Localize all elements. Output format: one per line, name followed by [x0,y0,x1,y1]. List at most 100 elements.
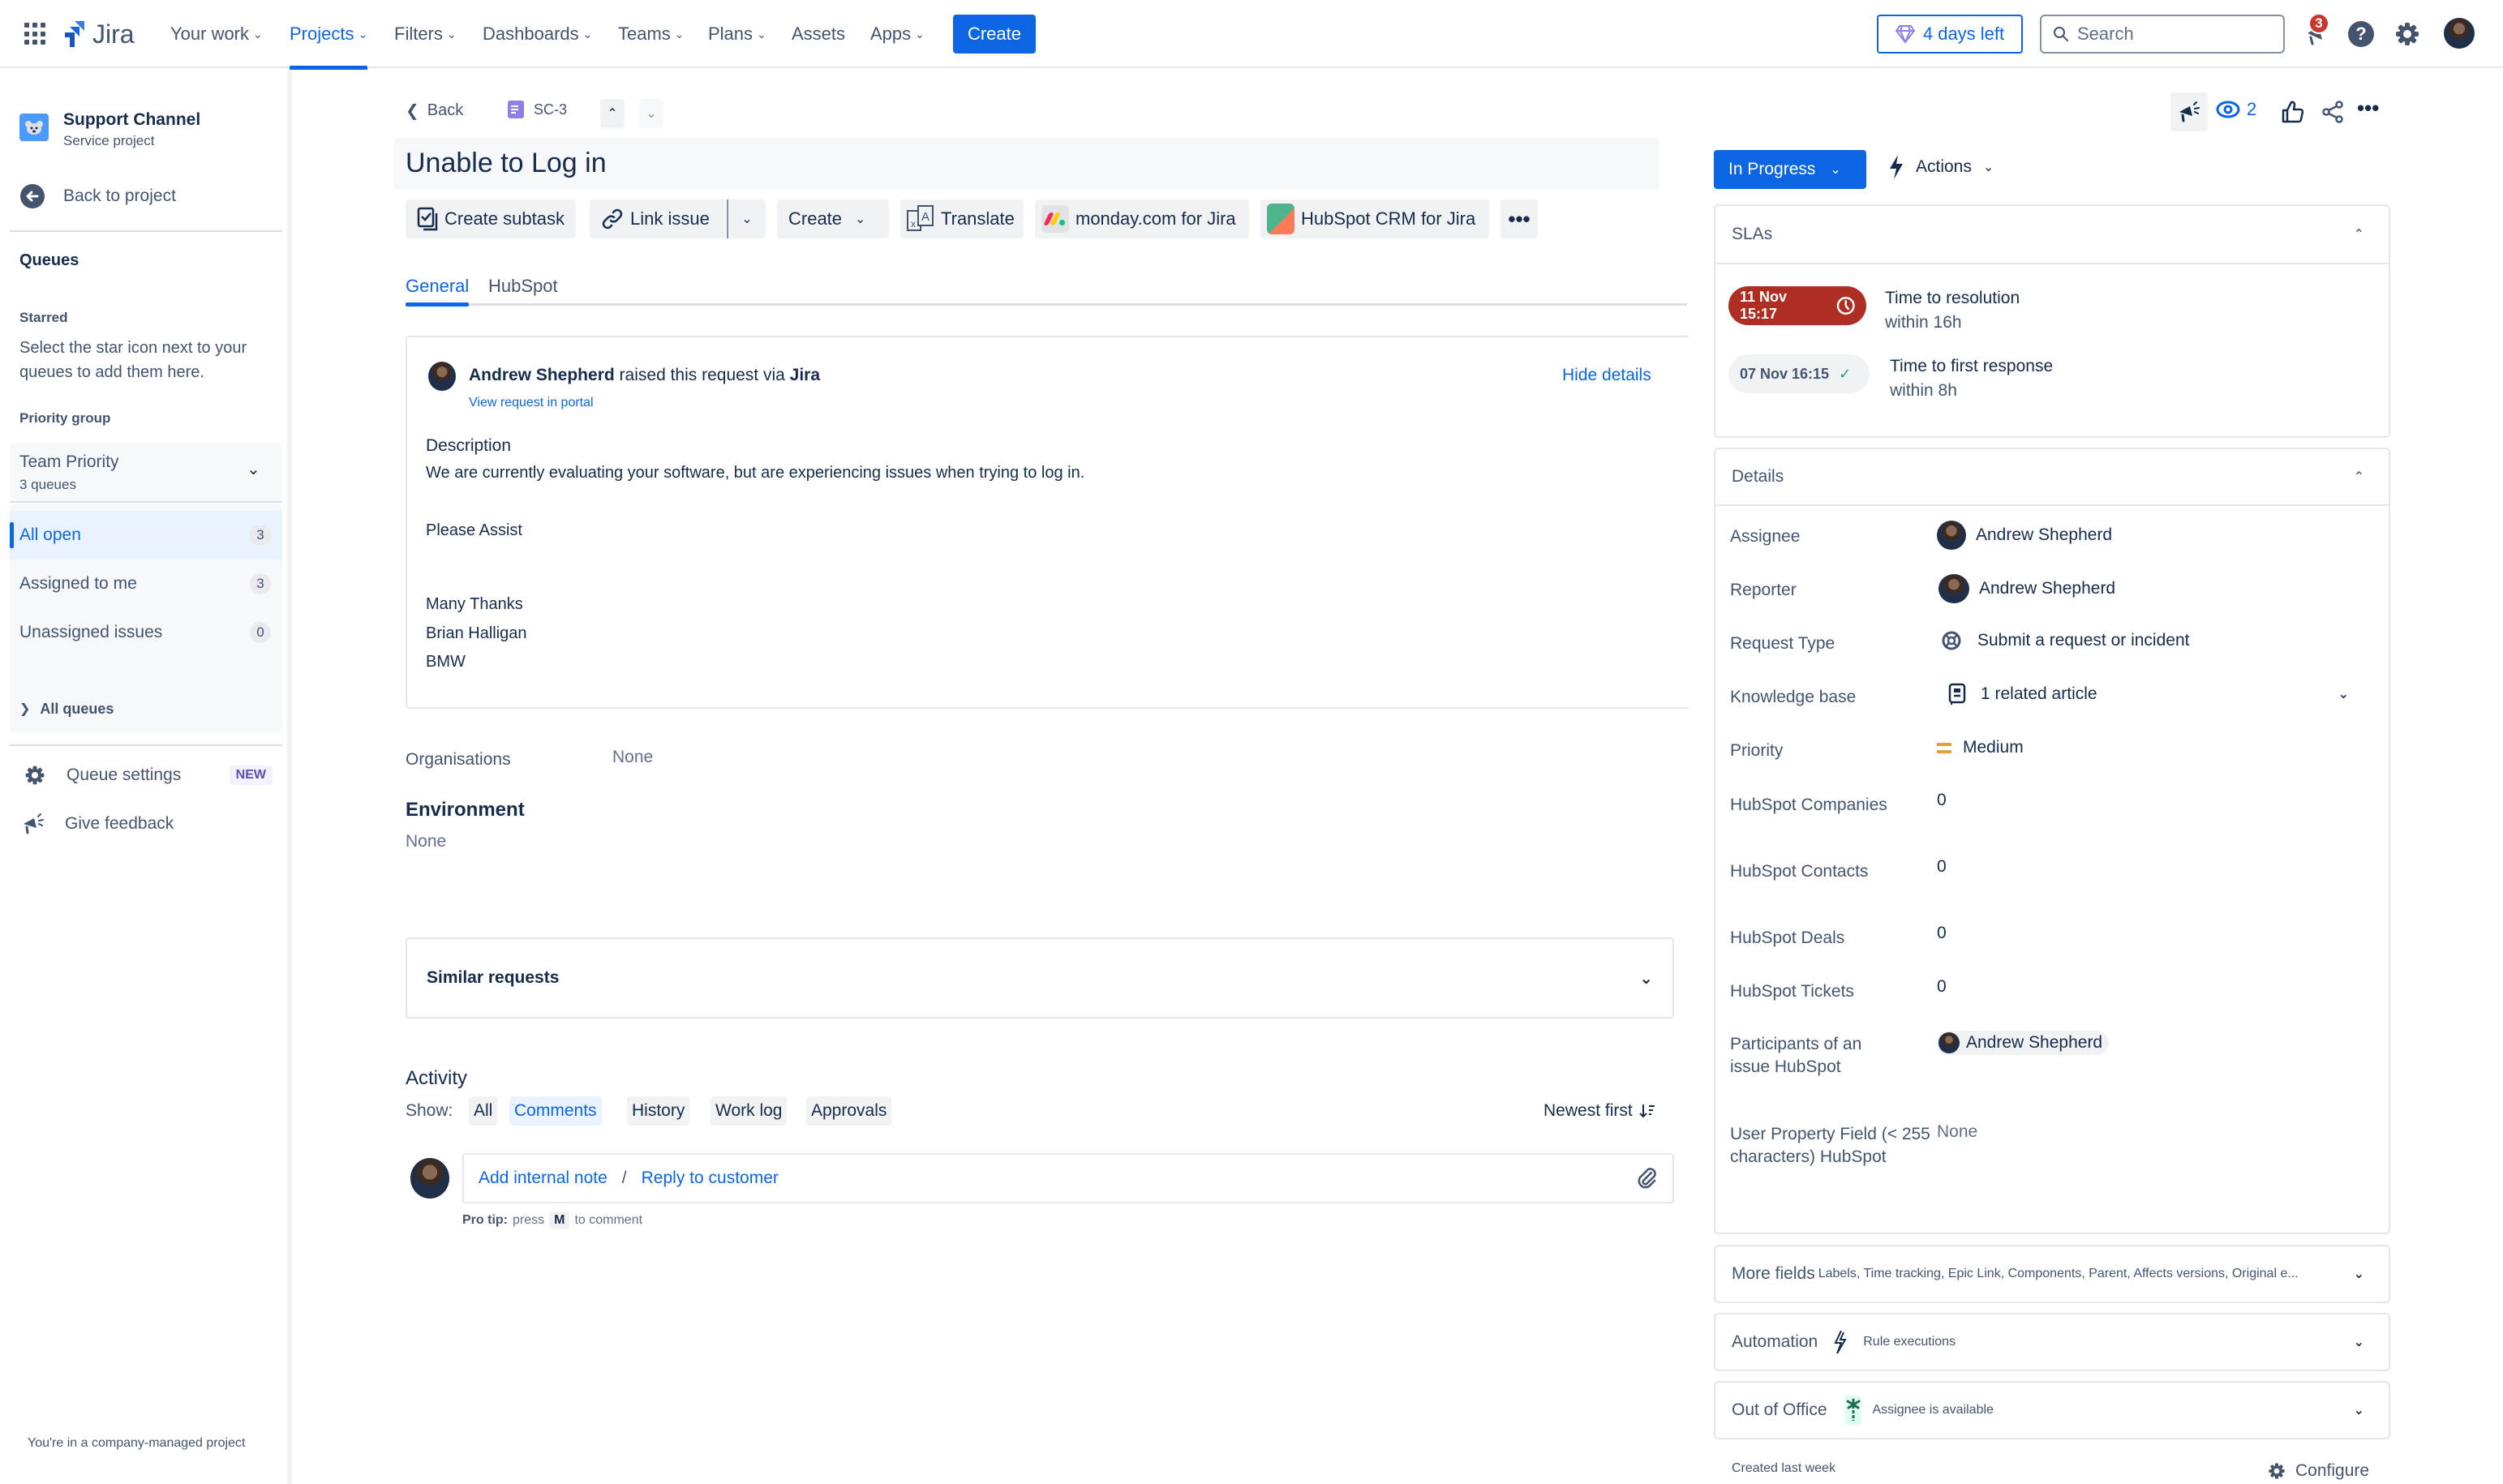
previous-issue-button[interactable]: ⌃ [600,99,625,128]
request-type-field[interactable]: Submit a request or incident [1942,631,2189,650]
environment-value[interactable]: None [406,832,446,851]
queue-all-open[interactable]: All open 3 [10,511,282,560]
give-feedback-link[interactable]: Give feedback [10,804,282,843]
nav-teams[interactable]: Teams ⌄ [618,0,685,68]
priority-medium-icon [1937,742,1951,753]
create-menu-button[interactable]: Create ⌄ [777,199,889,238]
queue-unassigned-issues[interactable]: Unassigned issues 0 [10,608,282,657]
issue-title-field[interactable]: Unable to Log in [394,138,1659,190]
priority-group-heading: Priority group [19,410,111,426]
link-issue-dropdown[interactable]: ⌄ [727,199,766,238]
sla-goal: within 16h [1885,313,1962,332]
reporter-name[interactable]: Andrew Shepherd [469,366,615,384]
knowledge-base-field[interactable]: 1 related article ⌄ [1948,683,2354,706]
add-internal-note-link[interactable]: Add internal note [479,1169,608,1188]
description-line: Brian Halligan [426,624,527,642]
monday-app-button[interactable]: monday.com for Jira [1035,199,1249,238]
hubspot-app-button[interactable]: HubSpot CRM for Jira [1260,199,1489,238]
configure-label: Configure [2295,1461,2370,1480]
more-options-icon[interactable]: ••• [2357,96,2379,121]
comment-box[interactable]: Add internal note / Reply to customer [462,1153,1674,1203]
automation-panel[interactable]: Automation Rule executions ⌄ [1714,1313,2390,1371]
out-of-office-panel[interactable]: Out of Office Assignee is available ⌄ [1714,1381,2390,1439]
jira-logo[interactable]: Jira [62,16,135,52]
feedback-button[interactable] [2170,92,2208,131]
activity-filter-history[interactable]: History [627,1096,690,1126]
issue-key-breadcrumb[interactable]: SC-3 [508,101,567,118]
translate-button[interactable]: Ax Translate [900,199,1024,238]
organisations-label: Organisations [406,750,511,769]
queue-settings-link[interactable]: Queue settings NEW [10,756,282,795]
help-button[interactable]: ? [2345,18,2377,50]
create-subtask-button[interactable]: Create subtask [406,199,576,238]
more-fields-panel[interactable]: More fields Labels, Time tracking, Epic … [1714,1245,2390,1303]
request-channel: Jira [789,366,821,384]
settings-button[interactable] [2391,18,2424,50]
monday-label: monday.com for Jira [1075,208,1236,229]
hubspot-deals-value[interactable]: 0 [1937,924,1947,943]
share-icon[interactable] [2321,101,2344,123]
activity-filter-work-log[interactable]: Work log [711,1096,788,1126]
queue-assigned-to-me[interactable]: Assigned to me 3 [10,560,282,608]
back-button[interactable]: ❮ Back [406,101,463,121]
user-property-value[interactable]: None [1937,1122,1977,1142]
activity-filter-all[interactable]: All [469,1096,498,1126]
details-panel-header[interactable]: Details ⌃ [1715,449,2389,506]
tab-divider [406,303,1687,306]
configure-button[interactable]: Configure [2268,1461,2369,1481]
profile-avatar[interactable] [2444,18,2475,49]
organisations-value[interactable]: None [612,748,653,767]
nav-plans[interactable]: Plans ⌄ [708,0,766,68]
priority-field[interactable]: Medium [1937,738,2024,757]
hubspot-contacts-value[interactable]: 0 [1937,857,1947,877]
queue-group-toggle[interactable]: Team Priority 3 queues ⌄ [10,443,282,503]
nav-assets[interactable]: Assets [792,0,845,68]
trial-days-left-button[interactable]: 4 days left [1877,15,2023,54]
nav-apps[interactable]: Apps ⌄ [870,0,925,68]
divider [10,744,282,746]
tab-hubspot[interactable]: HubSpot [488,276,558,297]
like-icon[interactable] [2281,101,2303,123]
activity-filter-comments[interactable]: Comments [509,1096,602,1126]
knowledge-base-value: 1 related article [1981,684,2097,703]
pro-tip-text: press [513,1213,545,1227]
nav-projects[interactable]: Projects ⌄ [290,0,368,70]
nav-your-work[interactable]: Your work ⌄ [170,0,263,68]
assignee-field[interactable]: Andrew Shepherd [1937,521,2112,550]
attachment-icon[interactable] [1637,1166,1658,1190]
view-request-in-portal-link[interactable]: View request in portal [469,396,594,410]
queues-heading: Queues [19,251,79,269]
description-label: Description [426,436,512,455]
app-switcher-icon[interactable] [24,23,47,45]
sort-order-button[interactable]: Newest first [1543,1101,1655,1121]
create-button[interactable]: Create [953,15,1036,54]
hubspot-contacts-label: HubSpot Contacts [1730,862,1869,881]
project-avatar-icon [19,114,49,141]
similar-requests-panel[interactable]: Similar requests ⌄ [406,937,1674,1019]
search-input[interactable]: Search [2040,15,2285,54]
next-issue-button[interactable]: ⌄ [639,99,663,128]
activity-filter-approvals[interactable]: Approvals [806,1096,892,1126]
project-name[interactable]: Support Channel [63,110,200,130]
more-actions-button[interactable]: ••• [1501,199,1538,238]
chevron-down-icon: ⌄ [1639,969,1653,988]
nav-dashboards[interactable]: Dashboards ⌄ [483,0,592,68]
reporter-field[interactable]: Andrew Shepherd [1937,574,2115,603]
all-queues-toggle[interactable]: ❯ All queues [10,694,282,723]
link-issue-button[interactable]: Link issue [590,199,726,238]
slas-panel-header[interactable]: SLAs ⌃ [1715,206,2389,264]
status-transition-button[interactable]: In Progress ⌄ [1714,150,1866,189]
participants-field[interactable]: Andrew Shepherd [1937,1031,2110,1055]
back-to-project-link[interactable]: Back to project [10,177,282,216]
hide-details-link[interactable]: Hide details [1562,366,1651,385]
create-label: Create [788,208,843,229]
reply-to-customer-link[interactable]: Reply to customer [642,1169,779,1188]
translate-icon: Ax [907,205,934,231]
watchers-button[interactable]: 2 [2216,99,2256,120]
hubspot-tickets-value[interactable]: 0 [1937,977,1947,997]
sla-time: 11 Nov 15:17 [1740,289,1788,322]
actions-menu-button[interactable]: Actions ⌄ [1888,154,1994,180]
hubspot-companies-value[interactable]: 0 [1937,791,1947,810]
nav-filters[interactable]: Filters ⌄ [394,0,457,68]
tab-general[interactable]: General [406,276,469,297]
